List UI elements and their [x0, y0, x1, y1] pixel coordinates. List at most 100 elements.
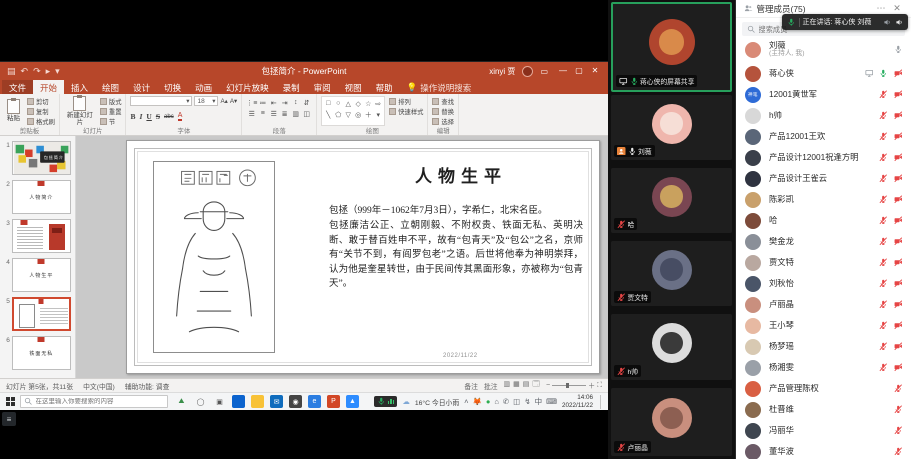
video-tile-6[interactable]: 卢丽晶 — [611, 388, 732, 456]
shape-pentagon-icon[interactable]: ⬠ — [335, 111, 341, 119]
cam-off-icon[interactable] — [894, 363, 903, 372]
slide-thumbnail-1[interactable]: 包拯简介 — [12, 141, 71, 175]
participant-row[interactable]: 樊金龙 — [736, 231, 911, 252]
slide-sorter-icon[interactable]: ▦ — [513, 380, 520, 391]
participant-row[interactable]: 冯丽华 — [736, 420, 911, 441]
participant-row[interactable]: 神笔12001黄世军 — [736, 84, 911, 105]
participant-row[interactable]: 王小琴 — [736, 315, 911, 336]
participant-row[interactable]: h帅 — [736, 105, 911, 126]
mic-on-icon[interactable] — [879, 69, 888, 78]
redo-icon[interactable]: ↷ — [33, 66, 41, 77]
decrease-indent-icon[interactable]: ⇤ — [271, 99, 277, 107]
mic-off-icon[interactable] — [879, 300, 888, 309]
mic-off-icon[interactable] — [894, 405, 903, 414]
shape-plus-icon[interactable]: ＋ — [365, 110, 372, 120]
line-spacing-icon[interactable]: ↕ — [294, 99, 298, 106]
task-view-icon[interactable]: ▣ — [213, 395, 226, 408]
customize-qat-icon[interactable]: ▾ — [55, 66, 60, 77]
participant-row[interactable]: 刘薇(主持人, 我) — [736, 36, 911, 63]
slideshow-view-icon[interactable]: 🗔 — [532, 380, 540, 391]
floating-list-icon[interactable]: ≡ — [2, 412, 16, 426]
cam-off-icon[interactable] — [894, 216, 903, 225]
cam-off-icon[interactable] — [894, 111, 903, 120]
mic-off-icon[interactable] — [879, 363, 888, 372]
close-button[interactable]: ✕ — [587, 62, 603, 80]
ribbon-tab-文件[interactable]: 文件 — [2, 80, 33, 94]
participant-row[interactable]: 陈彩凯 — [736, 189, 911, 210]
ribbon-tab-设计[interactable]: 设计 — [126, 80, 157, 94]
slide-thumbnail-6[interactable]: 铁面无私 — [12, 336, 71, 370]
ribbon-tab-开始[interactable]: 开始 — [33, 80, 64, 94]
shrink-font-icon[interactable]: A▾ — [230, 98, 237, 105]
host-icon[interactable] — [617, 147, 626, 156]
slide-thumbnail-5[interactable] — [12, 297, 71, 331]
copy-button[interactable]: 复制 — [27, 107, 55, 116]
slide-thumbnail-4[interactable]: 人物生平 — [12, 258, 71, 292]
shape-rectangle-icon[interactable]: □ — [326, 100, 330, 107]
align-left-icon[interactable]: ☰ — [249, 110, 255, 118]
justify-icon[interactable]: ≣ — [282, 110, 288, 118]
baozheng-portrait-image[interactable] — [153, 161, 275, 353]
mic-off-icon[interactable] — [617, 293, 626, 302]
notes-button[interactable]: 备注 — [464, 381, 478, 391]
participant-row[interactable]: 杜晋维 — [736, 399, 911, 420]
cam-off-icon[interactable] — [894, 237, 903, 246]
taskbar-search-box[interactable] — [20, 395, 168, 408]
file-explorer-icon[interactable] — [251, 395, 264, 408]
mic-off-icon[interactable] — [617, 367, 626, 376]
mic-off-icon[interactable] — [894, 447, 903, 456]
taskbar-clock[interactable]: 14:06 2022/11/22 — [562, 394, 593, 409]
account-avatar[interactable] — [522, 66, 533, 77]
mic-off-icon[interactable] — [879, 216, 888, 225]
mic-off-icon[interactable] — [879, 111, 888, 120]
ribbon-display-options-icon[interactable]: ▭ — [540, 67, 548, 76]
participant-row[interactable]: 产品设计12001祝逢方明 — [736, 147, 911, 168]
participant-row[interactable]: 杨湘雯 — [736, 357, 911, 378]
font-color-button[interactable]: A — [178, 112, 183, 121]
cut-button[interactable]: 剪切 — [27, 97, 55, 106]
cam-off-icon[interactable] — [894, 90, 903, 99]
quick-styles-button[interactable]: 快速样式 — [389, 107, 423, 116]
save-icon[interactable]: ▤ — [7, 66, 16, 77]
language-status[interactable]: 中文(中国) — [83, 381, 115, 391]
meeting-mic-indicator[interactable] — [374, 396, 397, 407]
mic-off-icon[interactable] — [879, 321, 888, 330]
ribbon-tab-帮助[interactable]: 帮助 — [369, 80, 400, 94]
maximize-button[interactable]: ▢ — [571, 62, 587, 80]
green-status-icon[interactable]: ● — [486, 398, 491, 406]
photos-icon[interactable]: ◉ — [289, 395, 302, 408]
participant-row[interactable]: 蒋心侠 — [736, 63, 911, 84]
smartart-icon[interactable]: ◫ — [303, 110, 310, 118]
new-slide-button[interactable]: 新建幻灯片 — [64, 96, 96, 126]
slide-thumbnail-2[interactable]: 人物简介 — [12, 180, 71, 214]
video-tile-5[interactable]: h帅 — [611, 314, 732, 380]
paste-button[interactable]: 粘贴 — [4, 96, 23, 126]
mic-off-icon[interactable] — [879, 195, 888, 204]
mic-icon[interactable] — [628, 147, 637, 156]
underline-button[interactable]: U — [146, 112, 151, 121]
slide-editing-canvas[interactable]: 人物生平 包拯（999年－1062年7月3日），字希仁，北宋名臣。 包拯廉洁公正… — [126, 140, 600, 374]
participant-row[interactable]: 产品管理陈权 — [736, 378, 911, 399]
mic-off-icon[interactable] — [879, 342, 888, 351]
mic-off-icon[interactable] — [879, 279, 888, 288]
participant-row[interactable]: 产品设计王雀云 — [736, 168, 911, 189]
phone-icon[interactable]: ✆ — [503, 398, 509, 406]
app-blue-icon[interactable] — [232, 395, 245, 408]
monitor-icon[interactable] — [619, 77, 628, 86]
house-icon[interactable]: ⌂ — [494, 398, 499, 406]
weather-text[interactable]: 16°C 今日小雨 — [415, 397, 459, 407]
zoom-slider[interactable] — [552, 385, 586, 386]
mic-icon[interactable] — [894, 45, 903, 54]
video-tile-2[interactable]: 刘薇 — [611, 95, 732, 160]
ribbon-tab-切换[interactable]: 切换 — [157, 80, 188, 94]
mic-off-icon[interactable] — [617, 443, 626, 452]
cam-off-icon[interactable] — [894, 153, 903, 162]
font-name-select[interactable]: ▾ — [130, 96, 192, 106]
ime-zh-icon[interactable]: 中 — [535, 398, 543, 406]
mic-off-icon[interactable] — [894, 384, 903, 393]
cam-off-icon[interactable] — [894, 279, 903, 288]
mic-off-icon[interactable] — [879, 90, 888, 99]
find-button[interactable]: 查找 — [432, 97, 454, 106]
clear-format-button[interactable]: abc — [164, 114, 174, 120]
monitor-icon[interactable] — [865, 69, 874, 78]
